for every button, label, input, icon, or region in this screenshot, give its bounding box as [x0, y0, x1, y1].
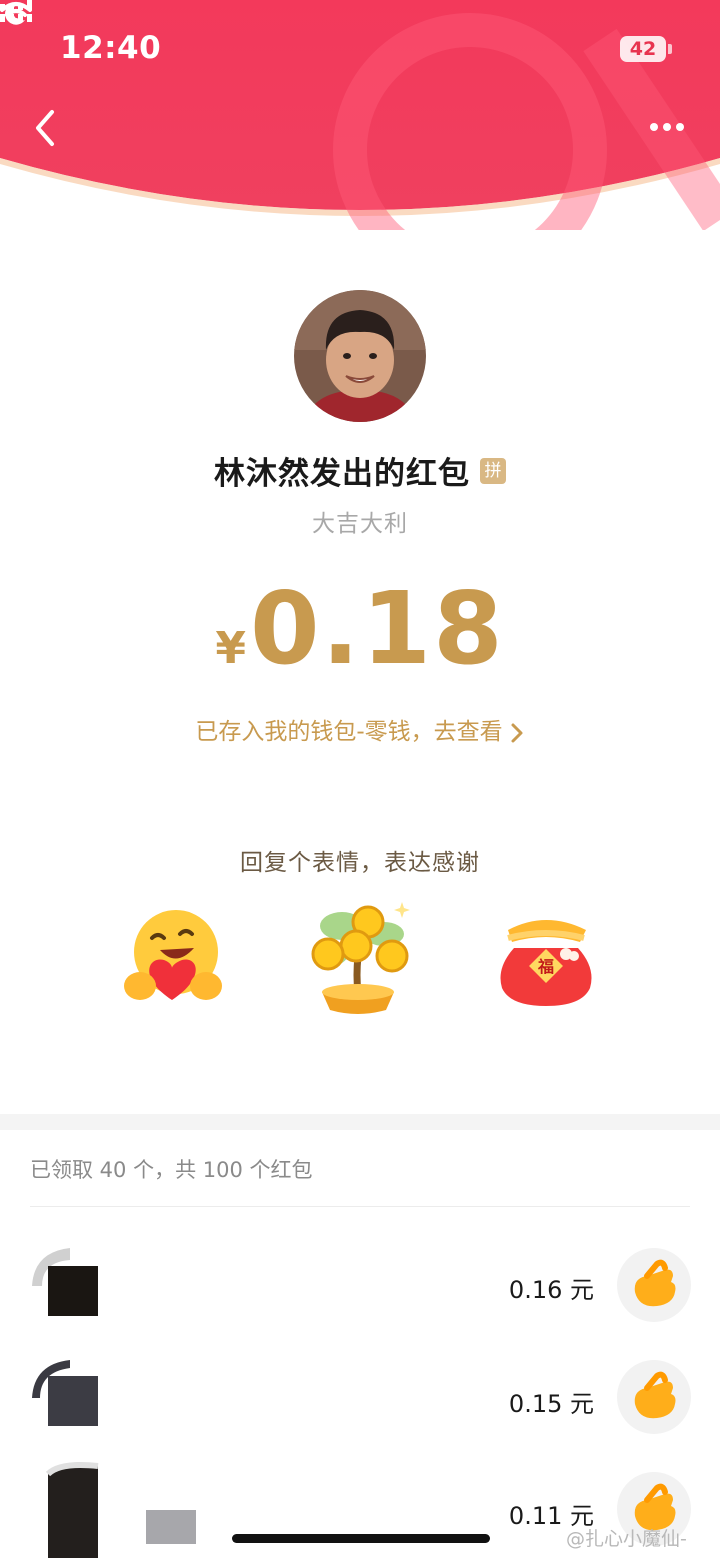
chevron-left-icon: [36, 110, 54, 146]
status-bar: 12:40 42: [0, 0, 720, 100]
sender-title: 林沐然发出的红包: [214, 456, 470, 492]
recipient-avatar-image: [32, 1248, 98, 1316]
received-summary: 已领取 40 个，共 100 个红包: [30, 1158, 313, 1182]
reply-sticker-title: 回复个表情，表达感谢: [240, 850, 480, 876]
received-amount: 0.15 元: [508, 1390, 594, 1418]
weibo-watermark: @扎心小魔仙-: [566, 1528, 687, 1550]
list-divider: [30, 1206, 690, 1207]
battery-indicator: 42: [620, 36, 666, 62]
money-tree-icon: [311, 902, 410, 1014]
battery-nub: [668, 44, 672, 54]
child-portrait-image: [294, 290, 426, 422]
home-indicator[interactable]: [232, 1534, 490, 1543]
wifi-icon: [0, 2, 32, 25]
money-tree-sticker[interactable]: [302, 896, 414, 1018]
greeting-text: 大吉大利: [312, 511, 408, 537]
group-packet-badge: 拼: [480, 457, 506, 484]
recipient-name-blur: [146, 1510, 196, 1544]
heart-hug-emoji-sticker[interactable]: [118, 904, 228, 1010]
currency-symbol: ¥: [215, 623, 246, 674]
recipient-avatar: [30, 1458, 100, 1558]
more-button[interactable]: [644, 112, 690, 142]
status-time: 12:40: [60, 30, 162, 66]
lucky-bag-character: 福: [537, 957, 554, 976]
recipient-avatar: [30, 1358, 100, 1428]
heart-hug-emoji-icon: [124, 910, 222, 1000]
back-button[interactable]: [28, 106, 64, 150]
recipient-avatar-image: [45, 1462, 99, 1558]
recipient-row[interactable]: 0.16 元: [0, 1234, 720, 1346]
sender-title-row: 林沐然发出的红包拼: [0, 448, 720, 494]
sender-avatar[interactable]: [294, 290, 426, 422]
recipient-row[interactable]: 0.15 元: [0, 1346, 720, 1458]
wallet-change-link[interactable]: 已存入我的钱包-零钱，去查看: [0, 712, 720, 746]
recipient-avatar-image: [32, 1360, 98, 1426]
lucky-bag-icon: 福: [500, 920, 592, 1006]
red-envelope-header: 12:40 42: [0, 0, 720, 230]
amount-display: ¥0.18: [0, 570, 720, 687]
finger-heart-icon: [634, 1371, 676, 1419]
finger-heart-icon: [634, 1259, 676, 1307]
amount-value: 0.18: [249, 570, 505, 687]
more-dots-icon: [650, 123, 684, 131]
lucky-bag-sticker[interactable]: 福: [494, 908, 598, 1008]
red-packet-detail-page: 12:40 42 林沐然发出的红包 拼 大吉大利 ¥0.18 已存入我的钱包-零…: [0, 0, 720, 1559]
recipient-avatar: [30, 1246, 100, 1316]
section-divider: [0, 1114, 720, 1130]
received-amount: 0.16 元: [508, 1276, 594, 1304]
wallet-link-text: 已存入我的钱包-零钱，去查看: [195, 719, 503, 745]
thanks-gesture-button[interactable]: [617, 1360, 691, 1434]
chevron-right-icon: [511, 723, 523, 742]
thanks-gesture-button[interactable]: [617, 1248, 691, 1322]
